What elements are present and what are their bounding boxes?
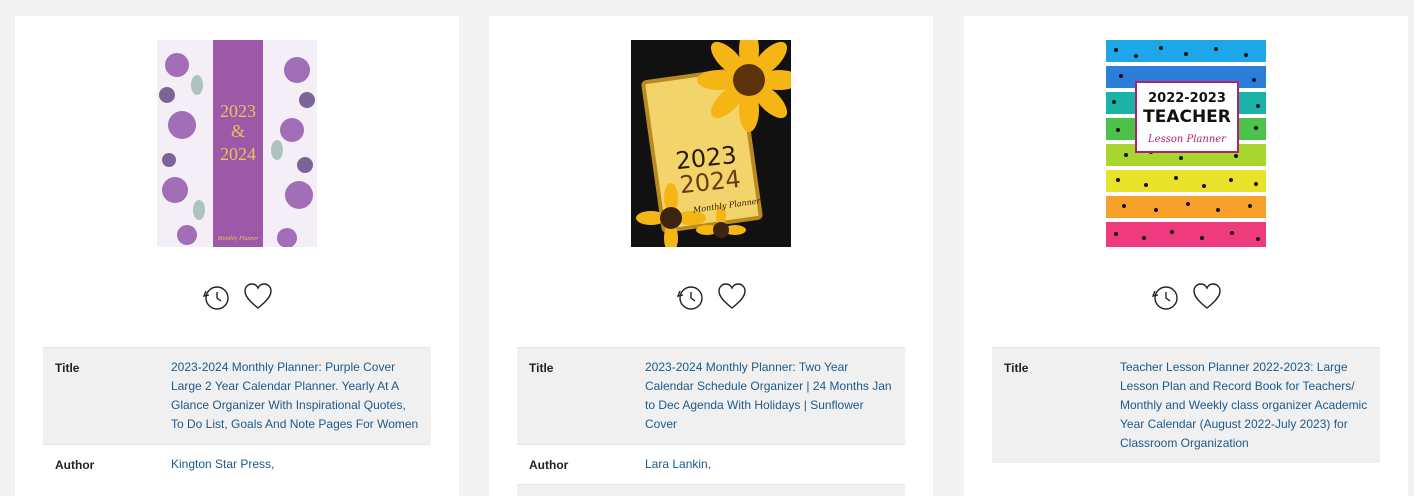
title-link[interactable]: Teacher Lesson Planner 2022-2023: Large … xyxy=(1120,358,1368,453)
cover-line: & xyxy=(231,121,245,141)
row-label: Title xyxy=(529,361,554,375)
cover-line: 2022-2023 xyxy=(1148,91,1226,106)
table-row: Title Teacher Lesson Planner 2022-2023: … xyxy=(992,347,1380,463)
table-row: Title 2023-2024 Monthly Planner: Purple … xyxy=(43,347,431,444)
product-card: 2022-2023 TEACHER Lesson Planner Title T… xyxy=(964,16,1408,496)
row-label: Title xyxy=(55,361,80,375)
table-row: Author Lara Lankin, xyxy=(517,444,905,484)
clock-history-icon[interactable] xyxy=(199,280,233,314)
card-actions xyxy=(15,280,459,314)
cover-line: 2024 xyxy=(220,144,256,164)
row-label: Author xyxy=(529,458,569,472)
heart-icon[interactable] xyxy=(241,280,275,314)
cover-line: TEACHER xyxy=(1143,107,1231,127)
book-cover-image[interactable]: 2022-2023 TEACHER Lesson Planner xyxy=(1106,40,1266,247)
clock-history-icon[interactable] xyxy=(1148,280,1182,314)
book-cover-image[interactable]: 2023 2024 Monthly Planner xyxy=(631,40,791,247)
cover-footer: Lesson Planner xyxy=(1147,134,1227,145)
row-label: Title xyxy=(1004,361,1029,375)
table-row: Author Kington Star Press, xyxy=(43,444,431,484)
author-link[interactable]: Lara Lankin, xyxy=(645,455,893,474)
book-cover-image[interactable]: 2023 & 2024 Monthly Planner xyxy=(157,40,317,247)
details-table: Title Teacher Lesson Planner 2022-2023: … xyxy=(992,347,1380,463)
heart-icon[interactable] xyxy=(715,280,749,314)
card-actions xyxy=(964,280,1408,314)
details-table: Title 2023-2024 Monthly Planner: Two Yea… xyxy=(517,347,905,496)
table-row: Title 2023-2024 Monthly Planner: Two Yea… xyxy=(517,347,905,444)
heart-icon[interactable] xyxy=(1190,280,1224,314)
author-link[interactable]: Kington Star Press, xyxy=(171,455,419,474)
product-card: 2023 2024 Monthly Planner Title 2023-202… xyxy=(489,16,933,496)
card-actions xyxy=(489,280,933,314)
cover-footer: Monthly Planner xyxy=(217,236,259,242)
title-link[interactable]: 2023-2024 Monthly Planner: Purple Cover … xyxy=(171,358,419,434)
clock-history-icon[interactable] xyxy=(673,280,707,314)
row-label: Author xyxy=(55,458,95,472)
title-link[interactable]: 2023-2024 Monthly Planner: Two Year Cale… xyxy=(645,358,893,434)
details-table: Title 2023-2024 Monthly Planner: Purple … xyxy=(43,347,431,484)
table-row xyxy=(517,484,905,496)
cover-line: 2023 xyxy=(220,101,256,121)
product-card: 2023 & 2024 Monthly Planner Title 2023-2… xyxy=(15,16,459,496)
